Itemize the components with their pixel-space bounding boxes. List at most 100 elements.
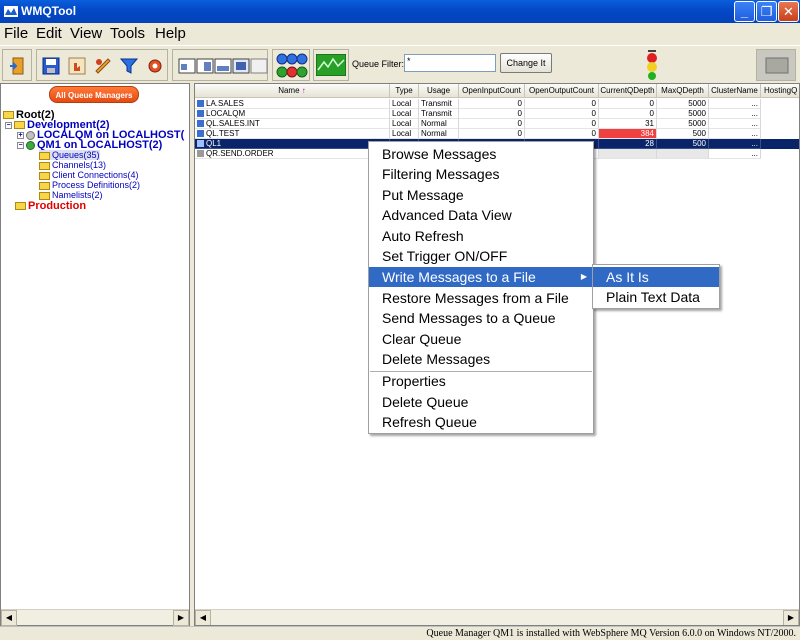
exit-door-icon[interactable]: [7, 56, 27, 76]
maximize-button[interactable]: ❐: [756, 1, 777, 22]
window-icon-5[interactable]: [249, 56, 269, 76]
save-icon[interactable]: [41, 56, 61, 76]
menu-browse-messages[interactable]: Browse Messages: [369, 144, 593, 164]
title-bar: WMQTool _ ❐ ✕: [0, 0, 800, 23]
queue-icon: [197, 140, 204, 148]
queue-filter-input[interactable]: *: [404, 54, 496, 72]
minimize-icon: _: [740, 4, 749, 19]
toolbar: Queue Filter: * Change It: [0, 45, 800, 83]
change-it-button[interactable]: Change It: [500, 53, 552, 73]
queue-icon: [197, 100, 204, 108]
restore-icon: ❐: [760, 4, 773, 19]
queue-icon: [197, 120, 204, 128]
submenu-arrow-icon: ▶: [580, 272, 587, 281]
menu-delete-queue[interactable]: Delete Queue: [369, 392, 593, 412]
scroll-right-icon[interactable]: ▶: [173, 610, 189, 626]
disabled-display-group: [756, 49, 796, 81]
status-text: Queue Manager QM1 is installed with WebS…: [426, 628, 796, 639]
table-row[interactable]: LA.SALES Local Transmit 0 0 0 5000 ...: [195, 99, 799, 109]
queue-icon: [197, 130, 204, 138]
view-group: [172, 49, 268, 81]
folder-icon: [15, 202, 26, 211]
write-to-file-submenu: As It Is Plain Text Data: [592, 264, 720, 309]
hand-pointer-icon[interactable]: [67, 56, 87, 76]
sort-ascending-icon: ↑: [301, 86, 306, 95]
table-row[interactable]: QL.SALES.INT Local Normal 0 0 31 5000 ..…: [195, 119, 799, 129]
window-icon-3[interactable]: [213, 56, 233, 76]
traffic-light-icon: [647, 50, 657, 80]
folder-icon: [3, 111, 14, 120]
menu-help[interactable]: Help: [155, 25, 186, 42]
context-menu: Browse Messages Filtering Messages Put M…: [368, 141, 594, 434]
depth-alert-cell: 384: [599, 129, 657, 139]
menu-refresh-queue[interactable]: Refresh Queue: [369, 412, 593, 432]
column-name[interactable]: Name ↑: [195, 84, 390, 98]
collapse-icon[interactable]: −: [17, 141, 24, 149]
app-icon: [4, 6, 18, 17]
tree-namelists[interactable]: Namelists(2): [39, 190, 103, 200]
column-usage[interactable]: Usage: [419, 84, 459, 98]
menu-delete-messages[interactable]: Delete Messages: [369, 349, 593, 369]
folder-icon: [39, 171, 50, 180]
queue-filter-label: Queue Filter:: [352, 59, 405, 69]
scroll-left-icon[interactable]: ◀: [195, 610, 211, 625]
queue-manager-icon: [26, 140, 35, 150]
monitor-graph-icon[interactable]: [316, 54, 346, 76]
action-group: [36, 49, 168, 81]
column-current-q-depth[interactable]: CurrentQDepth: [599, 84, 657, 98]
tree-channels[interactable]: Channels(13): [39, 160, 106, 170]
menu-properties[interactable]: Properties: [369, 371, 593, 391]
column-max-q-depth[interactable]: MaxQDepth: [657, 84, 709, 98]
tree-pane: All Queue Managers Root(2) − Development(…: [0, 83, 190, 626]
expand-icon[interactable]: +: [17, 131, 24, 139]
menu-restore-messages[interactable]: Restore Messages from a File: [369, 288, 593, 308]
menu-write-messages-to-file[interactable]: Write Messages to a File ▶: [369, 267, 593, 287]
grid-horizontal-scrollbar[interactable]: ◀ ▶: [195, 609, 799, 625]
column-cluster-name[interactable]: ClusterName: [709, 84, 761, 98]
display-icon: [765, 57, 789, 74]
column-open-input-count[interactable]: OpenInputCount: [459, 84, 525, 98]
table-row[interactable]: QL.TEST Local Normal 0 0 384 500 ...: [195, 129, 799, 139]
tree-horizontal-scrollbar[interactable]: ◀ ▶: [1, 609, 189, 626]
window-icon-4[interactable]: [231, 56, 251, 76]
window-title: WMQTool: [21, 4, 77, 18]
filter-funnel-icon[interactable]: [119, 56, 139, 76]
menu-edit[interactable]: Edit: [36, 25, 62, 42]
menu-clear-queue[interactable]: Clear Queue: [369, 329, 593, 349]
window-icon-2[interactable]: [195, 56, 215, 76]
submenu-as-it-is[interactable]: As It Is: [593, 267, 719, 287]
tree-process-definitions[interactable]: Process Definitions(2): [39, 180, 140, 190]
all-queue-managers-button[interactable]: All Queue Managers: [49, 86, 139, 103]
window-icon-1[interactable]: [177, 56, 197, 76]
menu-auto-refresh[interactable]: Auto Refresh: [369, 226, 593, 246]
menu-filtering-messages[interactable]: Filtering Messages: [369, 164, 593, 184]
tree-client-connections[interactable]: Client Connections(4): [39, 170, 139, 180]
close-button[interactable]: ✕: [778, 1, 799, 22]
scroll-left-icon[interactable]: ◀: [1, 610, 17, 626]
column-type[interactable]: Type: [390, 84, 419, 98]
column-open-output-count[interactable]: OpenOutputCount: [525, 84, 599, 98]
menu-tools[interactable]: Tools: [110, 25, 145, 42]
exit-group: [2, 49, 32, 81]
submenu-plain-text-data[interactable]: Plain Text Data: [593, 287, 719, 307]
scroll-right-icon[interactable]: ▶: [783, 610, 799, 625]
tree-queues[interactable]: Queues(35): [39, 150, 100, 160]
status-circles-icon[interactable]: [276, 52, 308, 80]
menu-send-messages-to-queue[interactable]: Send Messages to a Queue: [369, 308, 593, 328]
menu-file[interactable]: File: [4, 25, 28, 42]
tools-icon[interactable]: [93, 56, 113, 76]
menu-advanced-data-view[interactable]: Advanced Data View: [369, 205, 593, 225]
monitor-group: [313, 49, 349, 81]
folder-icon: [39, 151, 50, 160]
collapse-icon[interactable]: −: [5, 121, 12, 129]
menu-bar: File Edit View Tools Help: [0, 23, 800, 45]
menu-put-message[interactable]: Put Message: [369, 185, 593, 205]
menu-view[interactable]: View: [70, 25, 102, 42]
settings-gear-icon[interactable]: [145, 56, 165, 76]
minimize-button[interactable]: _: [734, 1, 755, 22]
table-row[interactable]: LOCALQM Local Transmit 0 0 0 5000 ...: [195, 109, 799, 119]
tree-production[interactable]: Production: [15, 200, 86, 212]
folder-icon: [39, 191, 50, 200]
menu-set-trigger[interactable]: Set Trigger ON/OFF: [369, 246, 593, 266]
column-hosting-q[interactable]: HostingQ: [761, 84, 799, 98]
